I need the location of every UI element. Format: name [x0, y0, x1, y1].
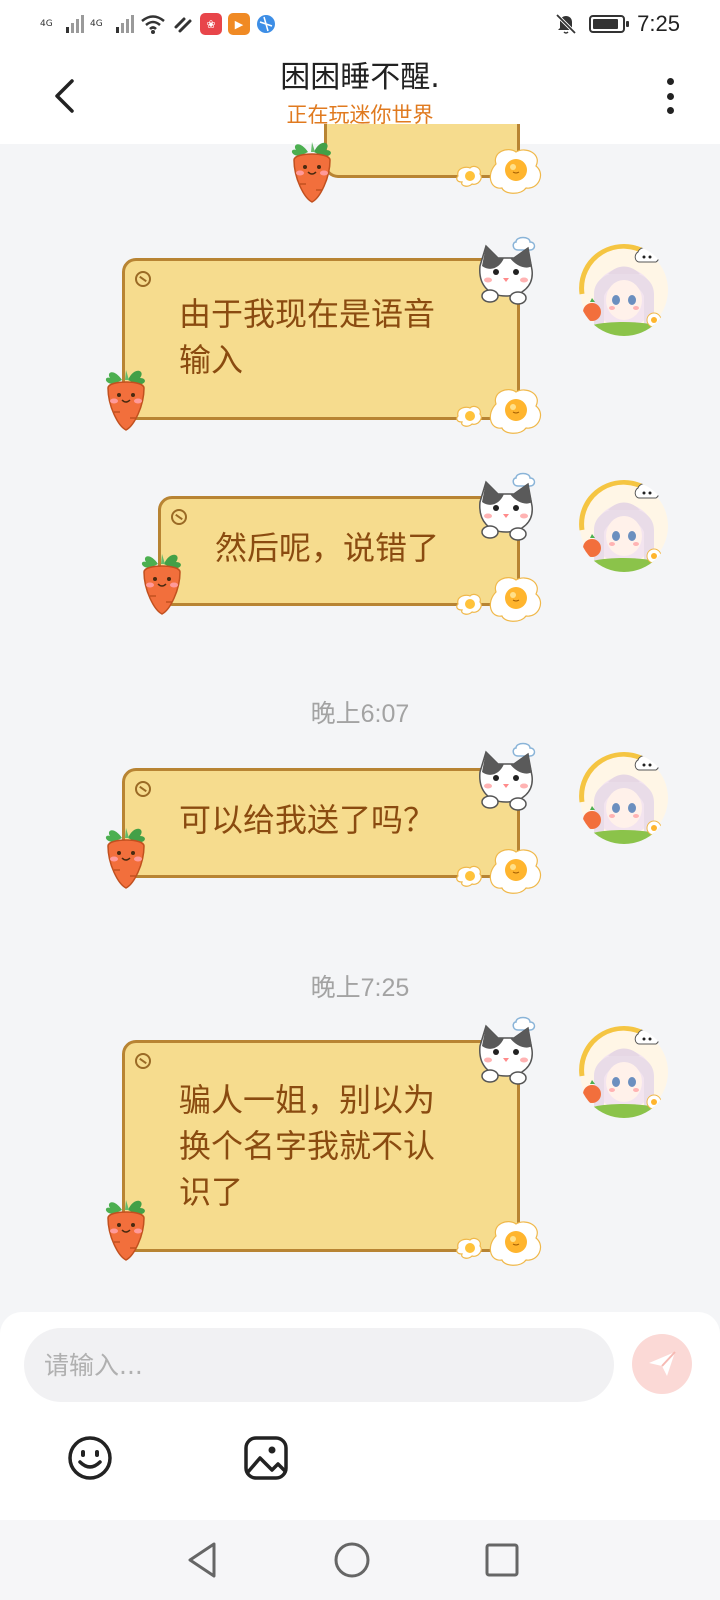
- avatar[interactable]: [578, 1026, 670, 1118]
- wifi-icon: [141, 15, 165, 34]
- egg-sticker-icon: [456, 572, 546, 624]
- smiley-icon: [68, 1436, 112, 1480]
- cat-sticker-icon: [470, 472, 544, 542]
- status-bar: 4G 4G ❀ ▶ 7:25: [0, 0, 720, 48]
- avatar[interactable]: [578, 244, 670, 336]
- nav-recents-button[interactable]: [482, 1540, 526, 1584]
- carrot-sticker-icon: [286, 138, 338, 204]
- status-right-icons: 7:25: [555, 10, 680, 38]
- status-time: 7:25: [637, 11, 680, 36]
- egg-sticker-icon: [456, 1216, 546, 1268]
- message-timestamp: 晚上7:25: [310, 974, 410, 1002]
- message-text: 可以给我送了吗？: [179, 801, 436, 839]
- more-dot: [666, 92, 674, 100]
- title-block: 困困睡不醒. 正在玩迷你世界: [160, 56, 560, 130]
- message-timestamp: 晚上6:07: [310, 700, 410, 728]
- more-options-button[interactable]: [658, 74, 682, 118]
- link-icon: [174, 17, 192, 33]
- browser-icon: [257, 15, 275, 33]
- avatar[interactable]: [578, 480, 670, 572]
- egg-sticker-icon: [456, 384, 546, 436]
- cat-sticker-icon: [470, 742, 544, 812]
- message-row: 骗人一姐，别以为 换个名字我就不认 识了: [0, 1026, 720, 1286]
- image-icon: [244, 1436, 288, 1480]
- message-input[interactable]: [24, 1328, 614, 1402]
- chevron-left-icon: [55, 79, 74, 113]
- system-nav-bar: [0, 1520, 720, 1600]
- signal-icon-2: [116, 15, 134, 33]
- pin-icon: [171, 509, 187, 525]
- more-dot: [666, 107, 674, 114]
- cat-sticker-icon: [470, 236, 544, 306]
- pin-icon: [135, 1053, 151, 1069]
- video-app-icon: ▶: [228, 13, 250, 35]
- nav-back-button[interactable]: [182, 1540, 226, 1584]
- pin-icon: [135, 781, 151, 797]
- egg-sticker-icon: [456, 144, 546, 196]
- chat-screen: 4G 4G ❀ ▶ 7:25 困困睡不醒. 正在玩迷你世界 由于我现在是语音 输…: [0, 0, 720, 1600]
- emoji-button[interactable]: [66, 1434, 118, 1486]
- carrot-sticker-icon: [100, 366, 152, 432]
- message-row: 然后呢，说错了: [0, 476, 720, 626]
- carrot-sticker-icon: [100, 1196, 152, 1262]
- signal-icon: [66, 15, 84, 33]
- nav-home-button[interactable]: [332, 1540, 376, 1584]
- carrot-sticker-icon: [136, 550, 188, 616]
- sim1-label: 4G: [40, 18, 53, 29]
- sim2-label: 4G: [90, 18, 103, 29]
- square-recents-icon: [485, 1543, 519, 1577]
- message-row: 由于我现在是语音 输入: [0, 236, 720, 436]
- message-text: 然后呢，说错了: [215, 529, 440, 567]
- battery-level: [593, 19, 619, 29]
- app-icon: ❀: [200, 13, 222, 35]
- input-panel: [0, 1312, 720, 1520]
- send-button[interactable]: [632, 1334, 692, 1394]
- image-button[interactable]: [242, 1434, 294, 1486]
- back-button[interactable]: [44, 72, 84, 120]
- avatar[interactable]: [578, 752, 670, 844]
- egg-sticker-icon: [456, 844, 546, 896]
- carrot-sticker-icon: [100, 824, 152, 890]
- circle-home-icon: [334, 1542, 370, 1578]
- message-partial: [0, 124, 720, 196]
- triangle-back-icon: [188, 1542, 216, 1578]
- message-text: 骗人一姐，别以为 换个名字我就不认 识了: [179, 1081, 436, 1211]
- cat-sticker-icon: [470, 1016, 544, 1086]
- page-title: 困困睡不醒.: [280, 60, 440, 95]
- battery-icon: [589, 15, 630, 33]
- send-icon: [649, 1351, 676, 1376]
- mute-bell-icon: [555, 13, 577, 35]
- more-dot: [666, 78, 674, 85]
- pin-icon: [135, 271, 151, 287]
- status-left-icons: 4G 4G ❀ ▶: [40, 12, 276, 36]
- message-text: 由于我现在是语音 输入: [179, 295, 436, 379]
- message-row: 可以给我送了吗？: [0, 750, 720, 900]
